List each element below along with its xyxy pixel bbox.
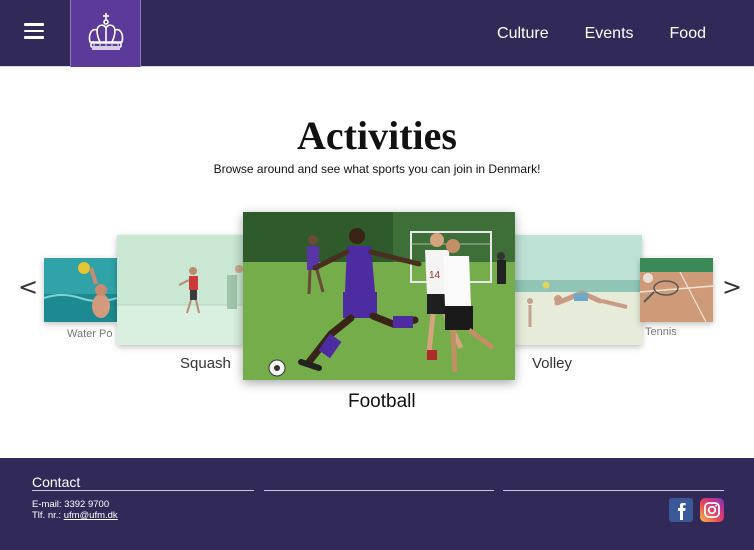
footer-phone-prefix: Tlf. nr.:	[32, 510, 64, 521]
facebook-icon[interactable]	[669, 498, 693, 522]
crown-icon	[88, 12, 123, 50]
carousel-card-water-polo[interactable]	[44, 258, 117, 322]
main-navigation: Culture Events Food	[497, 0, 706, 67]
svg-text:14: 14	[429, 270, 441, 281]
page-footer: Contact E-mail: 3392 9700 Tlf. nr.: ufm@…	[0, 458, 754, 550]
crown-logo[interactable]	[70, 0, 141, 67]
carousel-card-volley[interactable]	[512, 235, 642, 345]
carousel-card-tennis[interactable]	[640, 258, 713, 322]
footer-contact-title: Contact	[32, 474, 81, 490]
carousel-label-squash[interactable]: Squash	[180, 355, 231, 372]
footer-divider-3	[503, 490, 724, 491]
footer-email-link[interactable]: ufm@ufm.dk	[64, 510, 118, 521]
carousel-label-tennis[interactable]: Tennis	[645, 326, 677, 338]
footer-email: E-mail: 3392 9700	[32, 499, 110, 510]
water-polo-photo	[44, 258, 117, 322]
hamburger-menu-icon[interactable]	[24, 23, 44, 41]
carousel-prev-arrow[interactable]: <	[18, 275, 38, 299]
carousel-next-arrow[interactable]: >	[722, 275, 742, 299]
carousel-label-football[interactable]: Football	[348, 391, 416, 413]
footer-phone: Tlf. nr.: ufm@ufm.dk	[32, 510, 118, 521]
carousel-card-football[interactable]: 14	[243, 212, 515, 380]
beach-volley-photo	[512, 235, 642, 345]
page-title: Activities	[297, 113, 457, 158]
page-subtitle: Browse around and see what sports you ca…	[213, 162, 541, 176]
tennis-photo	[640, 258, 713, 322]
carousel-label-volley[interactable]: Volley	[532, 355, 572, 372]
top-navigation-bar: Culture Events Food	[0, 0, 754, 67]
carousel-label-water-polo[interactable]: Water Po	[67, 328, 112, 340]
nav-link-food[interactable]: Food	[670, 25, 706, 43]
nav-link-events[interactable]: Events	[585, 25, 634, 43]
instagram-icon[interactable]	[700, 498, 724, 522]
football-photo: 14	[243, 212, 515, 380]
nav-link-culture[interactable]: Culture	[497, 25, 549, 43]
carousel-card-squash[interactable]	[117, 235, 243, 345]
squash-photo	[117, 235, 243, 345]
footer-divider-2	[264, 490, 494, 491]
footer-divider-1	[32, 490, 254, 491]
